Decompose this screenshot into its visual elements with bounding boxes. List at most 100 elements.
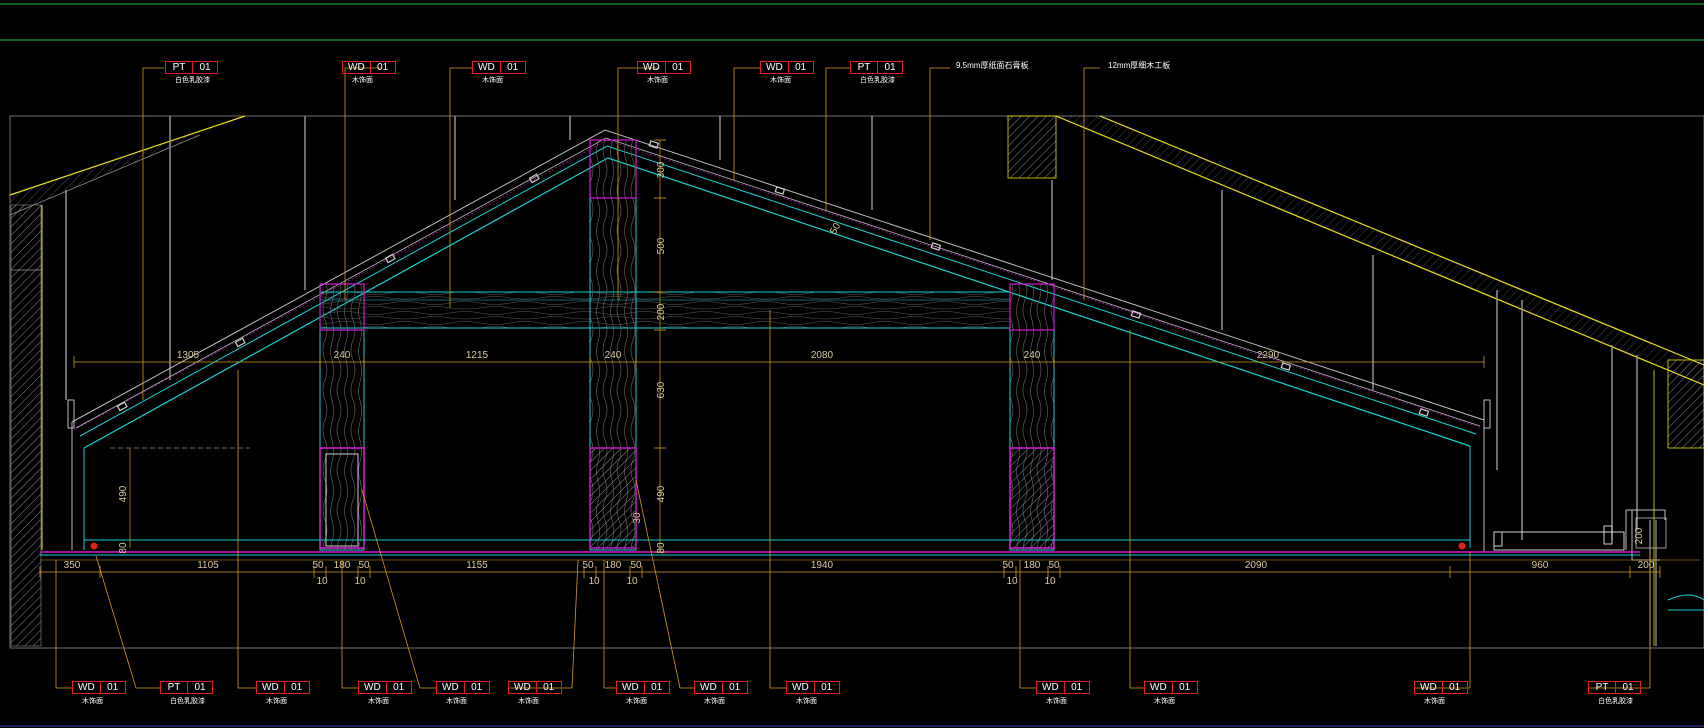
bottom-11-code: WD xyxy=(1145,682,1173,693)
floor-lines xyxy=(40,539,1700,561)
dim-1940: 1940 xyxy=(811,560,834,571)
dimension-lines xyxy=(40,140,1660,573)
bottom-2-num: 01 xyxy=(194,682,206,693)
bottom-1-code: WD xyxy=(73,682,101,693)
dim-center-80: 80 xyxy=(656,542,667,554)
top-4-code: WD xyxy=(638,62,666,73)
dim-1105: 1105 xyxy=(197,560,219,571)
left-post xyxy=(319,283,365,551)
dim-10-f: 10 xyxy=(1044,576,1056,587)
top-1-num: 01 xyxy=(199,62,211,73)
dim-960: 960 xyxy=(1532,560,1549,571)
left-wall-hatch xyxy=(10,269,42,647)
bottom-12-material-label: 木饰面 xyxy=(1424,698,1445,705)
top-4-num: 01 xyxy=(672,62,684,73)
bottom-12-tag: WD 01 xyxy=(1414,681,1468,694)
bottom-5-tag: WD 01 xyxy=(436,681,490,694)
bottom-11-tag: WD 01 xyxy=(1144,681,1198,694)
dim-180-c: 180 xyxy=(1024,560,1041,571)
dimension-ticks xyxy=(39,139,1661,578)
bottom-2-code: PT xyxy=(161,682,188,693)
top-3-code: WD xyxy=(473,62,501,73)
top-3-num: 01 xyxy=(507,62,519,73)
bottom-8-num: 01 xyxy=(729,682,741,693)
dim-v-490: 490 xyxy=(656,485,667,502)
right-block-hatch xyxy=(1007,115,1057,179)
bottom-5-num: 01 xyxy=(471,682,483,693)
dim-10-c: 10 xyxy=(588,576,600,587)
bottom-3-material-label: 木饰面 xyxy=(266,698,287,705)
bottom-13-num: 01 xyxy=(1622,682,1634,693)
dim-2080: 2080 xyxy=(811,350,834,361)
bottom-1-material-label: 木饰面 xyxy=(82,698,103,705)
dim-1215: 1215 xyxy=(466,350,489,361)
top-4-tag: WD 01 xyxy=(637,61,691,74)
bottom-13-material-label: 白色乳胶漆 xyxy=(1598,698,1633,705)
dim-2090: 2090 xyxy=(1245,560,1268,571)
dim-vertical-center: 300 500 200 630 490 xyxy=(656,161,667,502)
bottom-9-code: WD xyxy=(787,682,815,693)
dim-center-30: 30 xyxy=(632,512,643,524)
left-wall-hatch-upper xyxy=(10,204,42,271)
bottom-2-tag: PT 01 xyxy=(160,681,213,694)
top-1-tag: PT 01 xyxy=(165,61,218,74)
top-2-material-label: 木饰面 xyxy=(352,77,373,84)
dim-50-c: 50 xyxy=(582,560,594,571)
top-6-code: PT xyxy=(851,62,878,73)
top-5-material-label: 木饰面 xyxy=(770,77,791,84)
bottom-6-num: 01 xyxy=(543,682,555,693)
dim-50-f: 50 xyxy=(1048,560,1060,571)
bottom-8-tag: WD 01 xyxy=(694,681,748,694)
dim-bottom-line: 350 1105 50 180 50 1155 50 180 50 1940 5… xyxy=(64,560,1655,571)
bottom-8-material-label: 木饰面 xyxy=(704,698,725,705)
dim-50-b: 50 xyxy=(358,560,370,571)
right-post xyxy=(1009,283,1055,551)
top-5-tag: WD 01 xyxy=(760,61,814,74)
bottom-8-code: WD xyxy=(695,682,723,693)
dim-small-tens: 10 10 10 10 10 10 xyxy=(316,576,1056,587)
top-1-material-label: 白色乳胶漆 xyxy=(175,77,210,84)
bottom-7-material-label: 木饰面 xyxy=(626,698,647,705)
bottom-4-code: WD xyxy=(359,682,387,693)
center-post xyxy=(589,139,637,551)
dim-1305: 1305 xyxy=(177,350,200,361)
bottom-4-tag: WD 01 xyxy=(358,681,412,694)
dim-50-e: 50 xyxy=(1002,560,1014,571)
dim-2290: 2290 xyxy=(1257,350,1280,361)
bottom-10-tag: WD 01 xyxy=(1036,681,1090,694)
bottom-9-material-label: 木饰面 xyxy=(796,698,817,705)
red-markers xyxy=(90,542,1466,550)
cad-drawing-canvas: 1305 240 1215 240 2080 240 2290 350 1105… xyxy=(0,0,1704,728)
dim-180-b: 180 xyxy=(605,560,622,571)
gable-roof-outer xyxy=(71,129,1485,449)
note-gypsum-board: 9.5mm厚纸面石膏板 xyxy=(956,61,1029,70)
bottom-2-material-label: 白色乳胶漆 xyxy=(170,698,205,705)
bottom-12-code: WD xyxy=(1415,682,1443,693)
upper-roof-left xyxy=(9,115,246,216)
bottom-9-num: 01 xyxy=(821,682,833,693)
note-plywood: 12mm厚细木工板 xyxy=(1108,61,1171,70)
bottom-9-tag: WD 01 xyxy=(786,681,840,694)
bottom-3-tag: WD 01 xyxy=(256,681,310,694)
dim-240-a: 240 xyxy=(334,350,351,361)
dim-v-500: 500 xyxy=(656,237,667,254)
dim-left-80: 80 xyxy=(118,542,129,554)
dim-10-d: 10 xyxy=(626,576,638,587)
dim-240-c: 240 xyxy=(1024,350,1041,361)
top-6-tag: PT 01 xyxy=(850,61,903,74)
bottom-3-code: WD xyxy=(257,682,285,693)
bottom-6-material-label: 木饰面 xyxy=(518,698,539,705)
top-2-tag: WD 01 xyxy=(342,61,396,74)
dim-200: 200 xyxy=(1638,560,1655,571)
section-drawing: 1305 240 1215 240 2080 240 2290 350 1105… xyxy=(0,3,1704,727)
right-cabinet xyxy=(1493,525,1625,551)
top-6-num: 01 xyxy=(884,62,896,73)
bottom-1-tag: WD 01 xyxy=(72,681,126,694)
dim-240-b: 240 xyxy=(605,350,622,361)
top-4-material-label: 木饰面 xyxy=(647,77,668,84)
dim-v-300: 300 xyxy=(656,161,667,178)
top-3-tag: WD 01 xyxy=(472,61,526,74)
bottom-7-num: 01 xyxy=(651,682,663,693)
bottom-11-num: 01 xyxy=(1179,682,1191,693)
bottom-7-code: WD xyxy=(617,682,645,693)
